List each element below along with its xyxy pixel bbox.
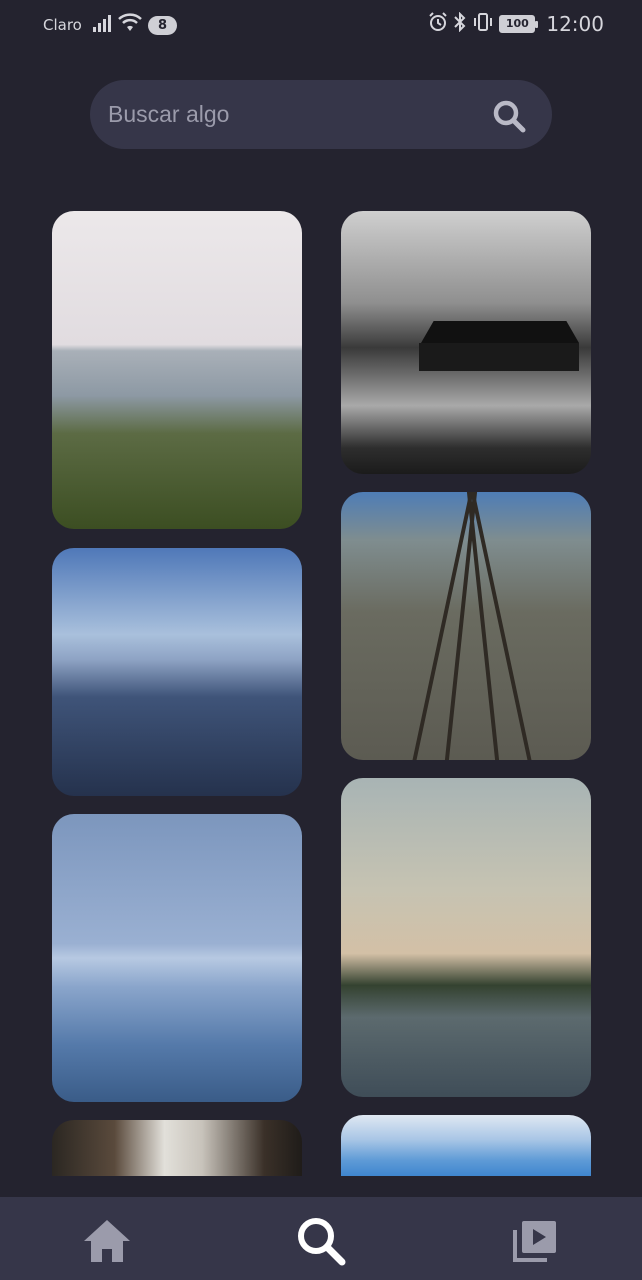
nav-video-library-button[interactable] bbox=[509, 1217, 561, 1265]
notification-count-badge: 8 bbox=[148, 16, 177, 35]
carrier-label: Claro bbox=[43, 16, 82, 34]
vibrate-icon bbox=[472, 12, 494, 36]
nav-search-button[interactable] bbox=[295, 1217, 347, 1266]
cellular-signal-icon bbox=[93, 14, 113, 36]
gallery-image-pier[interactable] bbox=[341, 211, 591, 474]
status-bar: Claro 8 100 12:00 bbox=[0, 0, 642, 50]
wifi-icon bbox=[118, 13, 142, 37]
search-bar[interactable] bbox=[90, 80, 552, 149]
clock: 12:00 bbox=[546, 12, 604, 36]
video-library-icon bbox=[513, 1221, 556, 1262]
gallery-image-sky[interactable] bbox=[341, 1115, 591, 1176]
battery-indicator: 100 bbox=[499, 15, 539, 33]
gallery-image-forest-lake[interactable] bbox=[341, 778, 591, 1097]
gallery-image-coast[interactable] bbox=[52, 211, 302, 529]
search-icon[interactable] bbox=[492, 99, 526, 133]
bottom-navigation bbox=[0, 1197, 642, 1280]
search-icon bbox=[298, 1218, 346, 1266]
status-indicators: 100 12:00 bbox=[428, 11, 604, 36]
pier-shape-base bbox=[419, 343, 579, 371]
gallery-image-railway[interactable] bbox=[341, 492, 591, 760]
alarm-icon bbox=[428, 12, 448, 36]
gallery-image-lake-mist[interactable] bbox=[52, 814, 302, 1102]
gallery-image-person[interactable] bbox=[52, 1120, 302, 1176]
pier-shape bbox=[421, 321, 579, 343]
gallery-image-mountains[interactable] bbox=[52, 548, 302, 796]
search-input[interactable] bbox=[108, 80, 478, 149]
nav-home-button[interactable] bbox=[81, 1217, 133, 1265]
home-icon bbox=[84, 1220, 130, 1262]
bluetooth-icon bbox=[453, 11, 467, 36]
rail-shape bbox=[470, 492, 532, 760]
rail-shape bbox=[412, 492, 474, 760]
